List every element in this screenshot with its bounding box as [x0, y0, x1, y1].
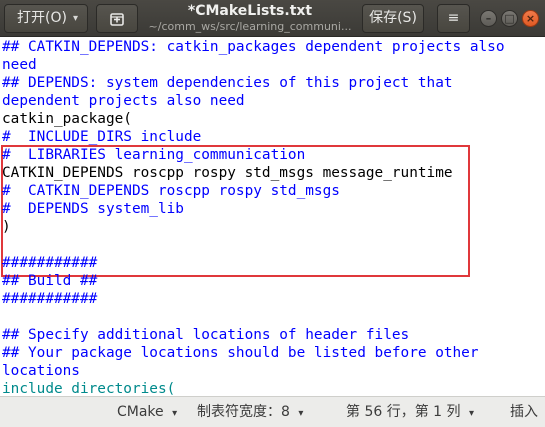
tab-width-selector[interactable]: 制表符宽度：8 ▾: [197, 397, 303, 427]
code-line: ): [2, 219, 11, 235]
code-line: # DEPENDS system_lib: [2, 201, 184, 217]
window-title: *CMakeLists.txt: [187, 3, 313, 19]
code-line: ## Specify additional locations of heade…: [2, 327, 410, 343]
status-bar: CMake ▾ 制表符宽度：8 ▾ 第 56 行，第 1 列 ▾ 插入: [0, 396, 545, 427]
save-button[interactable]: 保存(S): [362, 4, 424, 33]
maximize-icon: □: [504, 12, 515, 25]
menu-button[interactable]: ≡: [437, 4, 470, 33]
language-label: CMake: [117, 404, 164, 420]
cursor-position: 第 56 行，第 1 列 ▾: [346, 397, 474, 427]
minimize-icon: –: [485, 12, 492, 25]
chevron-down-icon: ▾: [298, 408, 304, 419]
window-title-area: *CMakeLists.txt ~/comm_ws/src/learning_c…: [140, 2, 360, 34]
new-tab-button[interactable]: [96, 4, 138, 33]
code-line: include_directories(: [2, 381, 176, 396]
chevron-down-icon: ▾: [468, 408, 475, 419]
maximize-button[interactable]: □: [501, 10, 518, 27]
hamburger-menu-icon: ≡: [447, 10, 460, 26]
code-line: CATKIN_DEPENDS roscpp rospy std_msgs mes…: [2, 165, 453, 181]
code-line: ## CATKIN_DEPENDS: catkin_packages depen…: [2, 39, 505, 55]
tab-width-label: 制表符宽度：8: [197, 404, 290, 420]
code-line: ## Your package locations should be list…: [2, 345, 479, 361]
open-button-label: 打开(O): [17, 10, 67, 26]
code-line: locations: [2, 363, 80, 379]
close-icon: ×: [525, 12, 536, 25]
code-line: ###########: [2, 291, 98, 307]
new-tab-icon: [110, 12, 124, 26]
minimize-button[interactable]: –: [480, 10, 497, 27]
chevron-down-icon: ▾: [172, 408, 178, 419]
code-line: # CATKIN_DEPENDS roscpp rospy std_msgs: [2, 183, 340, 199]
code-line: catkin_package(: [2, 111, 132, 127]
save-button-label: 保存(S): [369, 10, 417, 26]
window-subtitle: ~/comm_ws/src/learning_communi...: [148, 20, 352, 33]
header-bar: 打开(O) ▾ *CMakeLists.txt ~/comm_ws/src/le…: [0, 0, 545, 37]
code-line: # LIBRARIES learning_communication: [2, 147, 306, 163]
text-editor[interactable]: ## CATKIN_DEPENDS: catkin_packages depen…: [0, 38, 545, 396]
cursor-position-label: 第 56 行，第 1 列: [346, 404, 461, 420]
open-button[interactable]: 打开(O) ▾: [4, 4, 88, 33]
chevron-down-icon: ▾: [72, 13, 78, 24]
insert-mode-indicator: 插入: [510, 397, 538, 427]
language-selector[interactable]: CMake ▾: [117, 397, 177, 427]
code-line: need: [2, 57, 37, 73]
code-line: ###########: [2, 255, 98, 271]
code-line: # INCLUDE_DIRS include: [2, 129, 202, 145]
code-line: ## Build ##: [2, 273, 98, 289]
insert-mode-label: 插入: [510, 404, 538, 420]
code-line: ## DEPENDS: system dependencies of this …: [2, 75, 453, 91]
close-button[interactable]: ×: [522, 10, 539, 27]
code-line: dependent projects also need: [2, 93, 245, 109]
